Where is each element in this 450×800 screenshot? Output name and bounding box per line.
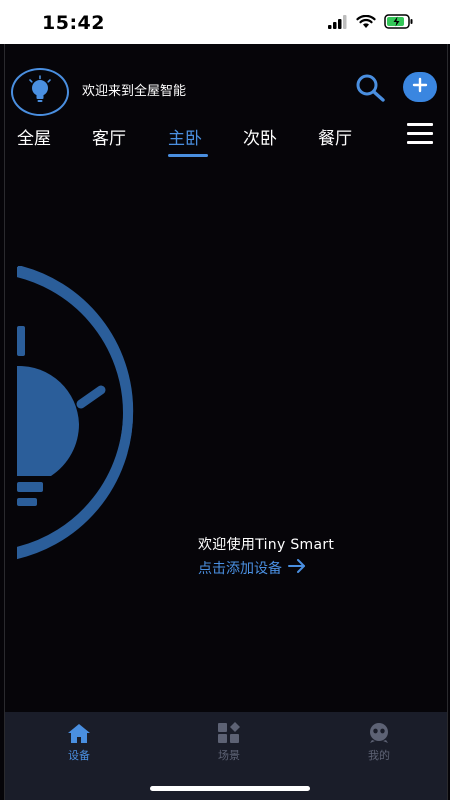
- add-device-label: 点击添加设备: [198, 561, 282, 577]
- add-button[interactable]: [403, 72, 437, 102]
- plus-icon: [412, 77, 428, 97]
- scene-grid-icon: [189, 722, 269, 744]
- app-logo: [11, 68, 69, 116]
- arrow-right-icon: [288, 559, 306, 577]
- phone-screen: 15:42 欢迎来到全屋智能 全屋 客厅 主卧 次卧 餐厅 欢迎使用Tiny S…: [0, 0, 450, 800]
- nav-devices[interactable]: 设备: [39, 722, 119, 763]
- lightbulb-icon: [25, 75, 55, 109]
- home-icon: [39, 722, 119, 744]
- lightbulb-illustration-icon: [6, 265, 207, 566]
- nav-devices-label: 设备: [68, 749, 90, 762]
- search-button[interactable]: [353, 72, 389, 106]
- active-tab-indicator: [168, 154, 208, 157]
- tab-master-bedroom[interactable]: 主卧: [168, 124, 202, 149]
- nav-scenes-label: 场景: [218, 749, 240, 762]
- wifi-icon: [356, 14, 376, 33]
- nav-profile[interactable]: 我的: [339, 722, 419, 763]
- nav-profile-label: 我的: [368, 749, 390, 762]
- status-icons: [328, 14, 414, 33]
- status-bar: 15:42: [0, 0, 450, 44]
- app-area: 欢迎来到全屋智能 全屋 客厅 主卧 次卧 餐厅 欢迎使用Tiny Smart 点…: [4, 44, 448, 800]
- tab-second-bedroom[interactable]: 次卧: [243, 124, 277, 149]
- tab-dining-room[interactable]: 餐厅: [318, 124, 352, 149]
- welcome-message: 欢迎使用Tiny Smart: [198, 537, 335, 553]
- welcome-block: 欢迎使用Tiny Smart 点击添加设备: [198, 534, 334, 578]
- nav-scenes[interactable]: 场景: [189, 722, 269, 763]
- status-time: 15:42: [42, 12, 105, 34]
- home-indicator[interactable]: [150, 786, 310, 791]
- welcome-title: 欢迎来到全屋智能: [82, 84, 187, 99]
- hamburger-menu-icon[interactable]: [407, 123, 435, 145]
- profile-icon: [339, 722, 419, 744]
- tab-whole-house[interactable]: 全屋: [17, 124, 51, 149]
- room-tabs: 全屋 客厅 主卧 次卧 餐厅: [5, 124, 447, 164]
- search-icon: [353, 74, 389, 110]
- battery-charging-icon: [384, 14, 414, 33]
- tab-living-room[interactable]: 客厅: [92, 124, 126, 149]
- add-device-link[interactable]: 点击添加设备: [198, 558, 334, 578]
- cellular-signal-icon: [328, 14, 348, 33]
